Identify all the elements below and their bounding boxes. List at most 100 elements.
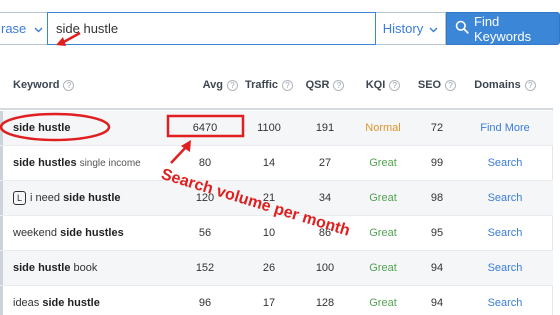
traffic-cell: 14: [262, 157, 276, 169]
table-row[interactable]: side hustles single income 80 14 27 Grea…: [0, 146, 553, 181]
find-keywords-button[interactable]: Find Keywords: [446, 12, 560, 45]
qsr-cell: 100: [315, 262, 335, 274]
keyword-main: side hustle: [13, 122, 71, 134]
domains-link[interactable]: Search: [463, 286, 547, 315]
kqi-cell: Great: [369, 192, 397, 204]
header-keyword[interactable]: Keyword?: [13, 75, 75, 95]
table-row[interactable]: L i need side hustle 120 21 34 Great 98 …: [0, 181, 553, 216]
row-indicator: [0, 146, 3, 180]
table-header: Keyword? Avg? Traffic? QSR? KQI? SEO? Do…: [0, 67, 553, 110]
domains-link[interactable]: Search: [463, 251, 547, 285]
header-domains[interactable]: Domains?: [463, 75, 547, 95]
keyword-cell[interactable]: side hustle book: [13, 251, 97, 285]
domains-link[interactable]: Search: [463, 146, 547, 180]
seo-cell: 95: [430, 227, 444, 239]
header-qsr-label: QSR: [305, 79, 330, 91]
keyword-prefix: weekend: [13, 227, 58, 239]
row-indicator: [0, 251, 3, 285]
kqi-cell: Normal: [365, 122, 401, 134]
keyword-cell[interactable]: L i need side hustle: [13, 181, 121, 215]
header-keyword-label: Keyword: [13, 79, 60, 91]
header-avg[interactable]: Avg?: [180, 75, 238, 95]
qsr-cell: 128: [315, 297, 335, 309]
table-row[interactable]: side hustle book 152 26 100 Great 94 Sea…: [0, 251, 553, 286]
traffic-cell: 21: [262, 192, 276, 204]
header-avg-label: Avg: [202, 79, 223, 91]
history-label: History: [382, 21, 424, 36]
domains-link[interactable]: Search: [463, 181, 547, 215]
seo-cell: 99: [430, 157, 444, 169]
keyword-table: Keyword? Avg? Traffic? QSR? KQI? SEO? Do…: [0, 67, 553, 315]
help-icon[interactable]: ?: [445, 79, 457, 91]
keyword-suffix: book: [73, 262, 98, 274]
header-traffic[interactable]: Traffic?: [245, 75, 293, 95]
help-icon[interactable]: ?: [333, 79, 345, 91]
domains-link[interactable]: Search: [463, 216, 547, 250]
avg-cell: 120: [195, 192, 215, 204]
header-kqi[interactable]: KQI?: [355, 75, 411, 95]
history-dropdown[interactable]: History: [376, 12, 446, 45]
row-indicator: [0, 111, 3, 145]
qsr-cell: 86: [318, 227, 332, 239]
kqi-cell: Great: [369, 157, 397, 169]
kqi-cell: Great: [369, 297, 397, 309]
find-keywords-label: Find Keywords: [474, 13, 532, 44]
table-row[interactable]: side hustle 6470 1100 191 Normal 72 Find…: [0, 111, 553, 146]
header-qsr[interactable]: QSR?: [300, 75, 350, 95]
table-row[interactable]: weekend side hustles 56 10 86 Great 95 S…: [0, 216, 553, 251]
kqi-cell: Great: [369, 227, 397, 239]
row-indicator: [0, 216, 3, 250]
keyword-main: side hustle: [63, 192, 121, 204]
search-bar: rase History Find Keywords: [0, 12, 560, 47]
keyword-suffix: single income: [79, 157, 141, 169]
keyword-cell[interactable]: weekend side hustles: [13, 216, 124, 250]
header-domains-label: Domains: [474, 79, 521, 91]
domains-link[interactable]: Find More: [463, 111, 547, 145]
seo-cell: 94: [430, 262, 444, 274]
qsr-cell: 34: [318, 192, 332, 204]
header-seo[interactable]: SEO?: [415, 75, 459, 95]
seo-cell: 98: [430, 192, 444, 204]
seo-cell: 94: [430, 297, 444, 309]
match-type-label: rase: [1, 21, 27, 36]
keyword-cell[interactable]: side hustles single income: [13, 146, 141, 180]
kqi-cell: Great: [369, 262, 397, 274]
match-type-dropdown[interactable]: rase: [0, 12, 48, 45]
row-indicator: [0, 286, 3, 315]
table-row[interactable]: ideas side hustle 96 17 128 Great 94 Sea…: [0, 286, 553, 315]
help-icon[interactable]: ?: [63, 79, 75, 91]
keyword-tag-badge: L: [13, 191, 27, 205]
avg-cell: 96: [198, 297, 212, 309]
help-icon[interactable]: ?: [524, 79, 536, 91]
traffic-cell: 17: [262, 297, 276, 309]
traffic-cell: 10: [262, 227, 276, 239]
avg-cell: 152: [195, 262, 215, 274]
qsr-cell: 191: [315, 122, 335, 134]
help-icon[interactable]: ?: [227, 79, 238, 91]
header-kqi-label: KQI: [365, 79, 386, 91]
help-icon[interactable]: ?: [282, 79, 293, 91]
chevron-down-icon: [429, 21, 438, 36]
keyword-cell[interactable]: ideas side hustle: [13, 286, 100, 315]
traffic-cell: 26: [262, 262, 276, 274]
row-indicator: [0, 181, 3, 215]
avg-cell: 6470: [192, 122, 218, 134]
keyword-main: side hustle: [13, 262, 71, 274]
keyword-main: side hustles: [13, 157, 77, 169]
search-input[interactable]: [47, 12, 376, 45]
avg-cell: 80: [198, 157, 212, 169]
keyword-main: side hustles: [60, 227, 124, 239]
header-seo-label: SEO: [417, 79, 442, 91]
keyword-prefix: ideas: [13, 297, 40, 309]
qsr-cell: 27: [318, 157, 332, 169]
help-icon[interactable]: ?: [389, 79, 401, 91]
header-traffic-label: Traffic: [245, 79, 279, 91]
search-icon: [455, 20, 469, 37]
seo-cell: 72: [430, 122, 444, 134]
traffic-cell: 1100: [257, 122, 281, 134]
keyword-prefix: i need: [30, 192, 60, 204]
keyword-cell[interactable]: side hustle: [13, 111, 70, 145]
avg-cell: 56: [198, 227, 212, 239]
chevron-down-icon: [34, 21, 43, 36]
keyword-main: side hustle: [42, 297, 100, 309]
